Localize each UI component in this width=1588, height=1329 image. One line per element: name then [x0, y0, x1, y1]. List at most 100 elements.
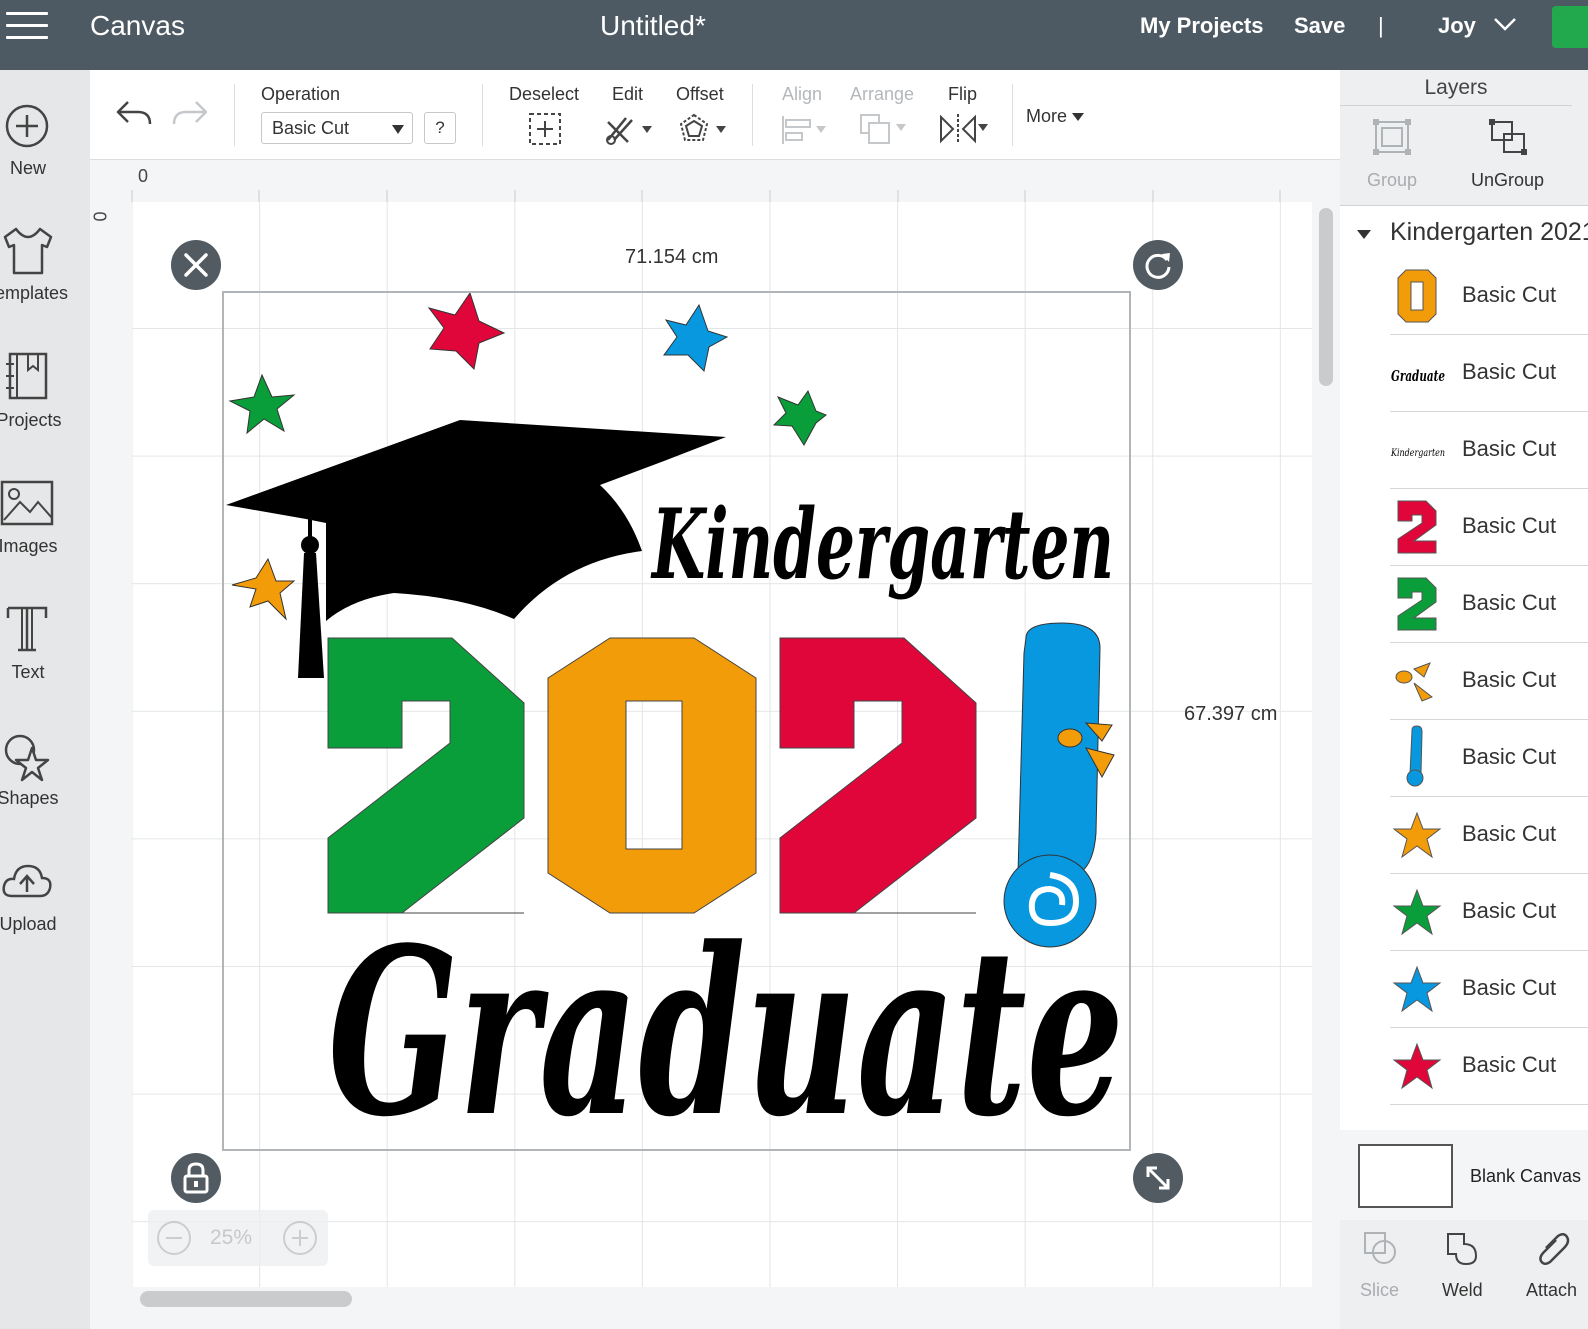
diploma-blue-icon — [1406, 725, 1424, 787]
layer-group-name[interactable]: Kindergarten 2021 — [1390, 218, 1588, 247]
image-icon — [0, 480, 54, 526]
two-digit-green-icon — [1397, 577, 1437, 631]
sidebar-item-upload[interactable]: Upload — [0, 854, 90, 964]
edit-scissors-icon[interactable] — [604, 112, 654, 146]
slice-button: Slice — [1360, 1280, 1400, 1300]
design-canvas[interactable]: 0 0 71.154 cm 67.397 cm Kindergarten Gra… — [90, 160, 1340, 1329]
topbar-separator: | — [1378, 13, 1384, 38]
make-it-button[interactable] — [1552, 6, 1588, 48]
layers-list[interactable]: Kindergarten 2021 Basic Cut Graduate Bas… — [1340, 206, 1588, 1130]
operation-select[interactable]: Basic Cut — [261, 112, 413, 144]
arrange-icon — [860, 114, 906, 144]
svg-text:Graduate: Graduate — [1391, 367, 1445, 385]
sidebar-label-templates: Templates — [0, 283, 69, 303]
align-icon — [782, 116, 826, 144]
ungroup-button[interactable]: UnGroup — [1471, 170, 1544, 191]
undo-icon[interactable] — [114, 96, 154, 132]
operation-help-button[interactable]: ? — [424, 112, 456, 144]
star-blue-icon — [1392, 965, 1442, 1013]
collapse-triangle-icon[interactable] — [1357, 230, 1371, 239]
sidebar-label-shapes: Shapes — [0, 788, 59, 808]
toolbar-divider — [752, 84, 753, 146]
layer-row[interactable]: Basic Cut — [1390, 566, 1588, 643]
vertical-scrollbar[interactable] — [1319, 208, 1333, 386]
layer-row[interactable]: Basic Cut — [1390, 1028, 1588, 1105]
lock-handle[interactable] — [171, 1153, 221, 1203]
layer-row[interactable]: Basic Cut — [1390, 720, 1588, 797]
star-green-left — [228, 373, 296, 435]
sidebar-label-images: Images — [0, 536, 58, 556]
book-icon — [6, 352, 48, 400]
rotate-icon — [1145, 253, 1171, 279]
group-tools: Group UnGroup — [1340, 106, 1588, 206]
layer-operation: Basic Cut — [1462, 282, 1557, 307]
save-button[interactable]: Save — [1294, 13, 1345, 39]
user-name[interactable]: Joy — [1438, 13, 1476, 39]
flip-icon[interactable] — [938, 112, 990, 146]
layer-row[interactable]: Kindergarten Basic Cut — [1390, 412, 1588, 489]
layer-row[interactable]: Basic Cut — [1390, 489, 1588, 566]
kindergarten-2021-graduate-design[interactable]: Kindergarten Graduate — [224, 293, 1130, 1151]
document-title[interactable]: Untitled* — [600, 10, 706, 42]
rotate-handle[interactable] — [1133, 240, 1183, 290]
blank-canvas-swatch[interactable] — [1358, 1144, 1453, 1208]
offset-pentagon-icon[interactable] — [678, 112, 728, 146]
sidebar-label-text: Text — [11, 662, 45, 682]
sidebar-label-projects: Projects — [0, 410, 62, 430]
top-bar: Canvas Untitled* My Projects Save | Joy — [0, 0, 1588, 70]
sidebar-item-text[interactable]: Text — [0, 602, 90, 712]
kindergarten-text[interactable]: Kindergarten — [650, 488, 1114, 601]
star-red — [427, 293, 506, 371]
sidebar-label-upload: Upload — [0, 914, 57, 934]
height-dimension: 67.397 cm — [1184, 703, 1278, 725]
digit-2-green — [327, 637, 525, 914]
tshirt-icon — [3, 227, 53, 275]
my-projects-link[interactable]: My Projects — [1140, 13, 1264, 39]
layer-operation: Basic Cut — [1462, 1052, 1557, 1077]
attach-button[interactable]: Attach — [1526, 1280, 1577, 1301]
sidebar-item-new[interactable]: New — [0, 100, 90, 210]
blank-canvas-row[interactable]: Blank Canvas — [1340, 1130, 1588, 1220]
delete-handle[interactable] — [171, 240, 221, 290]
sidebar-item-images[interactable]: Images — [0, 476, 90, 586]
width-dimension: 71.154 cm — [625, 246, 719, 268]
offset-label: Offset — [676, 84, 724, 104]
star-orange — [231, 557, 296, 621]
chevron-down-icon[interactable] — [1492, 14, 1518, 34]
graduate-text[interactable]: Graduate — [328, 898, 1124, 1151]
year-digits[interactable] — [327, 637, 977, 914]
zoom-level: 25% — [210, 1226, 253, 1249]
layer-row[interactable]: Basic Cut — [1390, 643, 1588, 720]
more-menu-button[interactable]: More — [1026, 106, 1085, 127]
star-green-right — [772, 389, 827, 446]
group-icon — [1373, 119, 1411, 155]
hamburger-menu-icon[interactable] — [6, 12, 48, 42]
weld-button[interactable]: Weld — [1442, 1280, 1483, 1301]
layer-row[interactable]: Basic Cut — [1390, 951, 1588, 1028]
close-icon — [184, 253, 208, 277]
horizontal-scrollbar[interactable] — [140, 1291, 352, 1307]
edit-toolbar: Operation Basic Cut ? Deselect Edit Offs… — [90, 70, 1340, 160]
layer-row[interactable]: Basic Cut — [1390, 797, 1588, 874]
layers-title: Layers — [1340, 70, 1572, 106]
zoom-out-icon[interactable] — [156, 1220, 192, 1256]
digit-0-orange — [547, 637, 757, 914]
digit-2-red — [779, 637, 977, 914]
layer-row[interactable]: Basic Cut — [1390, 258, 1588, 335]
deselect-icon[interactable] — [528, 112, 562, 146]
layer-row[interactable]: Basic Cut — [1390, 874, 1588, 951]
plus-circle-icon — [5, 104, 49, 148]
sidebar-item-templates[interactable]: Templates — [0, 225, 90, 335]
layer-row[interactable]: Graduate Basic Cut — [1390, 335, 1588, 412]
sidebar-item-shapes[interactable]: Shapes — [0, 728, 90, 838]
zoom-in-icon[interactable] — [282, 1220, 318, 1256]
sidebar-label-new: New — [9, 158, 46, 178]
toolbar-divider — [234, 84, 235, 146]
resize-handle[interactable] — [1133, 1153, 1183, 1203]
sidebar-item-projects[interactable]: Projects — [0, 350, 90, 460]
star-red-icon — [1392, 1042, 1442, 1090]
ribbon-orange-icon — [1395, 662, 1433, 702]
app-name: Canvas — [90, 10, 185, 41]
ruler-top-ticks — [131, 190, 1281, 202]
deselect-label: Deselect — [509, 84, 580, 104]
